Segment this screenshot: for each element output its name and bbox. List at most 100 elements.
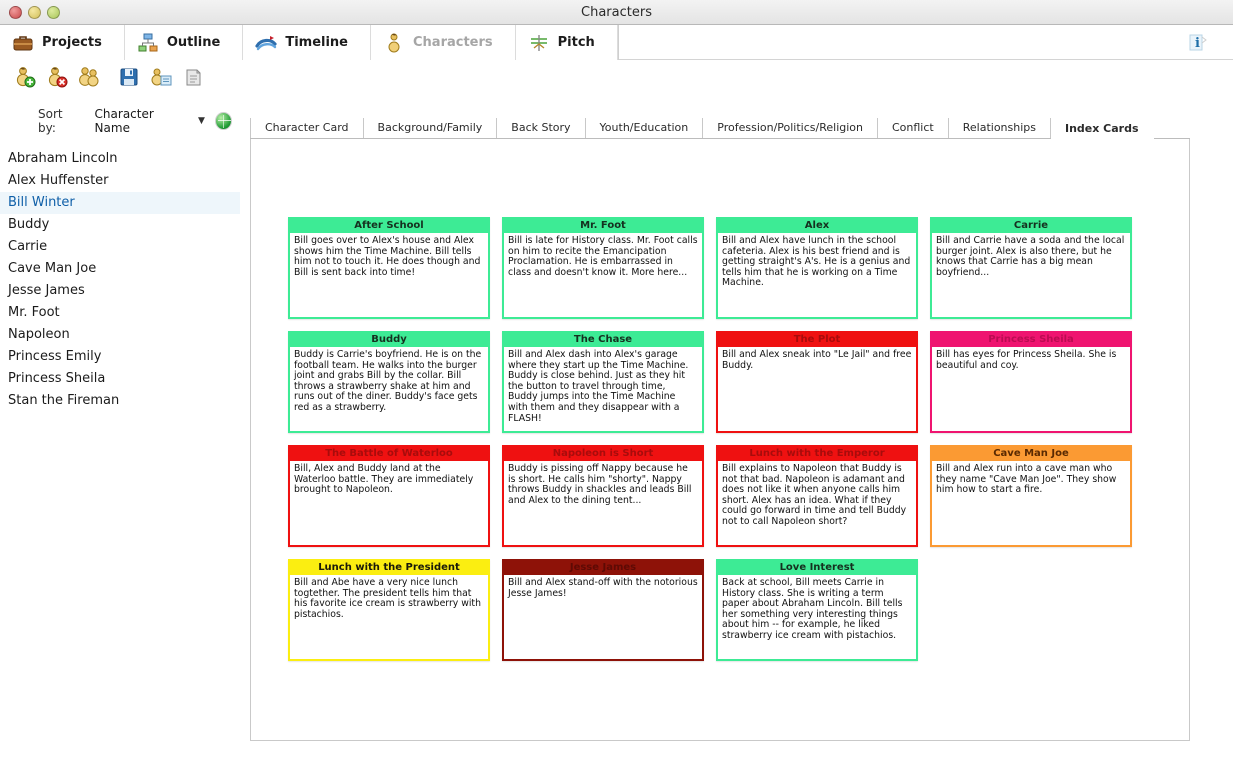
index-card-title: Carrie (932, 219, 1130, 233)
character-list-item[interactable]: Cave Man Joe (0, 258, 240, 280)
index-card[interactable]: Jesse James Bill and Alex stand-off with … (502, 559, 704, 661)
detail-tab[interactable]: Relationships (948, 118, 1051, 138)
index-card[interactable]: After School Bill goes over to Alex's hou… (288, 217, 490, 319)
detail-tab-label: Back Story (511, 121, 571, 134)
character-list-item[interactable]: Princess Emily (0, 346, 240, 368)
svg-text:i: i (1195, 36, 1200, 51)
info-button[interactable]: i (1185, 31, 1209, 55)
index-card-text[interactable]: Bill and Alex stand-off with the notorio… (504, 575, 702, 659)
character-list: Abraham Lincoln Alex Huffenster Bill Winte… (0, 148, 240, 412)
module-tab-pitch[interactable]: Pitch (515, 25, 618, 60)
module-bar: Projects Outline Timeline Characters Pit… (0, 25, 1233, 60)
index-card[interactable]: Alex Bill and Alex have lunch in the scho… (716, 217, 918, 319)
index-card-title: Lunch with the Emperor (718, 447, 916, 461)
detail-tab[interactable]: Youth/Education (585, 118, 704, 138)
character-list-item[interactable]: Abraham Lincoln (0, 148, 240, 170)
green-globe-icon[interactable] (214, 112, 232, 130)
character-report-button[interactable] (146, 63, 176, 91)
character-list-item[interactable]: Bill Winter (0, 192, 240, 214)
index-card[interactable]: Lunch with the President Bill and Abe hav… (288, 559, 490, 661)
index-card[interactable]: Princess Sheila Bill has eyes for Princes… (930, 331, 1132, 433)
index-card-title: Lunch with the President (290, 561, 488, 575)
detail-tab[interactable]: Back Story (497, 118, 586, 138)
window-title: Characters (581, 4, 652, 20)
detail-tab-label: Youth/Education (599, 121, 689, 134)
sort-by-value: Character Name (94, 107, 154, 135)
index-card[interactable]: Lunch with the Emperor Bill explains to N… (716, 445, 918, 547)
character-list-item[interactable]: Princess Sheila (0, 368, 240, 390)
detail-tab[interactable]: Background/Family (363, 118, 498, 138)
delete-character-button[interactable] (42, 63, 72, 91)
index-card-text[interactable]: Bill and Alex sneak into "Le Jail" and f… (718, 347, 916, 431)
timeline-icon (255, 32, 277, 54)
detail-tab-label: Index Cards (1065, 122, 1139, 135)
index-card-text[interactable]: Bill explains to Napoleon that Buddy is … (718, 461, 916, 545)
detail-tab[interactable]: Profession/Politics/Religion (703, 118, 878, 138)
index-card-text[interactable]: Buddy is Carrie's boyfriend. He is on th… (290, 347, 488, 431)
index-card-text[interactable]: Bill and Alex dash into Alex's garage wh… (504, 347, 702, 431)
index-card-title: Princess Sheila (932, 333, 1130, 347)
character-list-item[interactable]: Stan the Fireman (0, 390, 240, 412)
outline-icon (137, 32, 159, 54)
index-card-text[interactable]: Back at school, Bill meets Carrie in His… (718, 575, 916, 659)
index-card[interactable]: The Plot Bill and Alex sneak into "Le Jai… (716, 331, 918, 433)
app-window: Characters Projects Outline Timeline Cha… (0, 0, 1233, 768)
index-card-text[interactable]: Bill and Alex have lunch in the school c… (718, 233, 916, 317)
index-card-text[interactable]: Bill and Carrie have a soda and the loca… (932, 233, 1130, 317)
detail-tab[interactable]: Conflict (878, 118, 949, 138)
index-card-title: Napoleon is Short (504, 447, 702, 461)
index-card[interactable]: The Chase Bill and Alex dash into Alex's … (502, 331, 704, 433)
index-card-text[interactable]: Buddy is pissing off Nappy because he is… (504, 461, 702, 545)
index-card-title: The Battle of Waterloo (290, 447, 488, 461)
index-card-title: After School (290, 219, 488, 233)
sort-by-select[interactable]: Character Name ▼ (89, 106, 208, 136)
duplicate-character-button[interactable] (74, 63, 104, 91)
index-card[interactable]: Cave Man Joe Bill and Alex run into a cav… (930, 445, 1132, 547)
character-list-item[interactable]: Alex Huffenster (0, 170, 240, 192)
index-card-text[interactable]: Bill and Alex run into a cave man who th… (932, 461, 1130, 545)
detail-tab-label: Conflict (892, 121, 934, 134)
index-card[interactable]: The Battle of Waterloo Bill, Alex and Bud… (288, 445, 490, 547)
sort-row: Sort by: Character Name ▼ (0, 96, 240, 142)
module-tab-projects[interactable]: Projects (0, 25, 125, 60)
module-tabs: Projects Outline Timeline Characters Pit… (0, 25, 619, 60)
module-tab-timeline[interactable]: Timeline (243, 25, 371, 60)
title-bar: Characters (0, 0, 1233, 25)
module-tab-outline[interactable]: Outline (124, 25, 244, 60)
detail-tab[interactable]: Index Cards (1051, 119, 1154, 139)
character-list-item[interactable]: Jesse James (0, 280, 240, 302)
index-card-title: Buddy (290, 333, 488, 347)
index-card-text[interactable]: Bill is late for History class. Mr. Foot… (504, 233, 702, 317)
index-card-title: Jesse James (504, 561, 702, 575)
index-card-text[interactable]: Bill and Abe have a very nice lunch togt… (290, 575, 488, 659)
print-button[interactable] (178, 63, 208, 91)
detail-tab[interactable]: Character Card (250, 118, 364, 138)
index-card[interactable]: Carrie Bill and Carrie have a soda and th… (930, 217, 1132, 319)
characters-icon (383, 32, 405, 54)
index-card-text[interactable]: Bill, Alex and Buddy land at the Waterlo… (290, 461, 488, 545)
index-card[interactable]: Buddy Buddy is Carrie's boyfriend. He is … (288, 331, 490, 433)
detail-tab-label: Character Card (265, 121, 349, 134)
module-tab-characters[interactable]: Characters (371, 25, 516, 60)
index-card[interactable]: Mr. Foot Bill is late for History class. … (502, 217, 704, 319)
save-button[interactable] (114, 63, 144, 91)
index-card-title: Mr. Foot (504, 219, 702, 233)
index-card[interactable]: Love Interest Back at school, Bill meets … (716, 559, 918, 661)
module-tab-label: Characters (413, 35, 493, 50)
character-list-item[interactable]: Napoleon (0, 324, 240, 346)
character-list-item[interactable]: Buddy (0, 214, 240, 236)
detail-tabs: Character Card Background/Family Back Stor… (250, 118, 1190, 139)
index-card-surface[interactable]: After School Bill goes over to Alex's hou… (250, 139, 1190, 741)
index-card-text[interactable]: Bill goes over to Alex's house and Alex … (290, 233, 488, 317)
character-sidebar: Sort by: Character Name ▼ Abraham Lincol… (0, 96, 240, 768)
module-tab-label: Timeline (285, 35, 348, 50)
character-list-item[interactable]: Carrie (0, 236, 240, 258)
main-panel: Character Card Background/Family Back Stor… (250, 118, 1190, 741)
detail-tab-label: Relationships (962, 121, 1036, 134)
add-character-button[interactable] (10, 63, 40, 91)
index-card[interactable]: Napoleon is Short Buddy is pissing off Na… (502, 445, 704, 547)
pitch-icon (528, 32, 550, 54)
character-list-item[interactable]: Mr. Foot (0, 302, 240, 324)
index-card-text[interactable]: Bill has eyes for Princess Sheila. She i… (932, 347, 1130, 431)
index-card-title: The Plot (718, 333, 916, 347)
